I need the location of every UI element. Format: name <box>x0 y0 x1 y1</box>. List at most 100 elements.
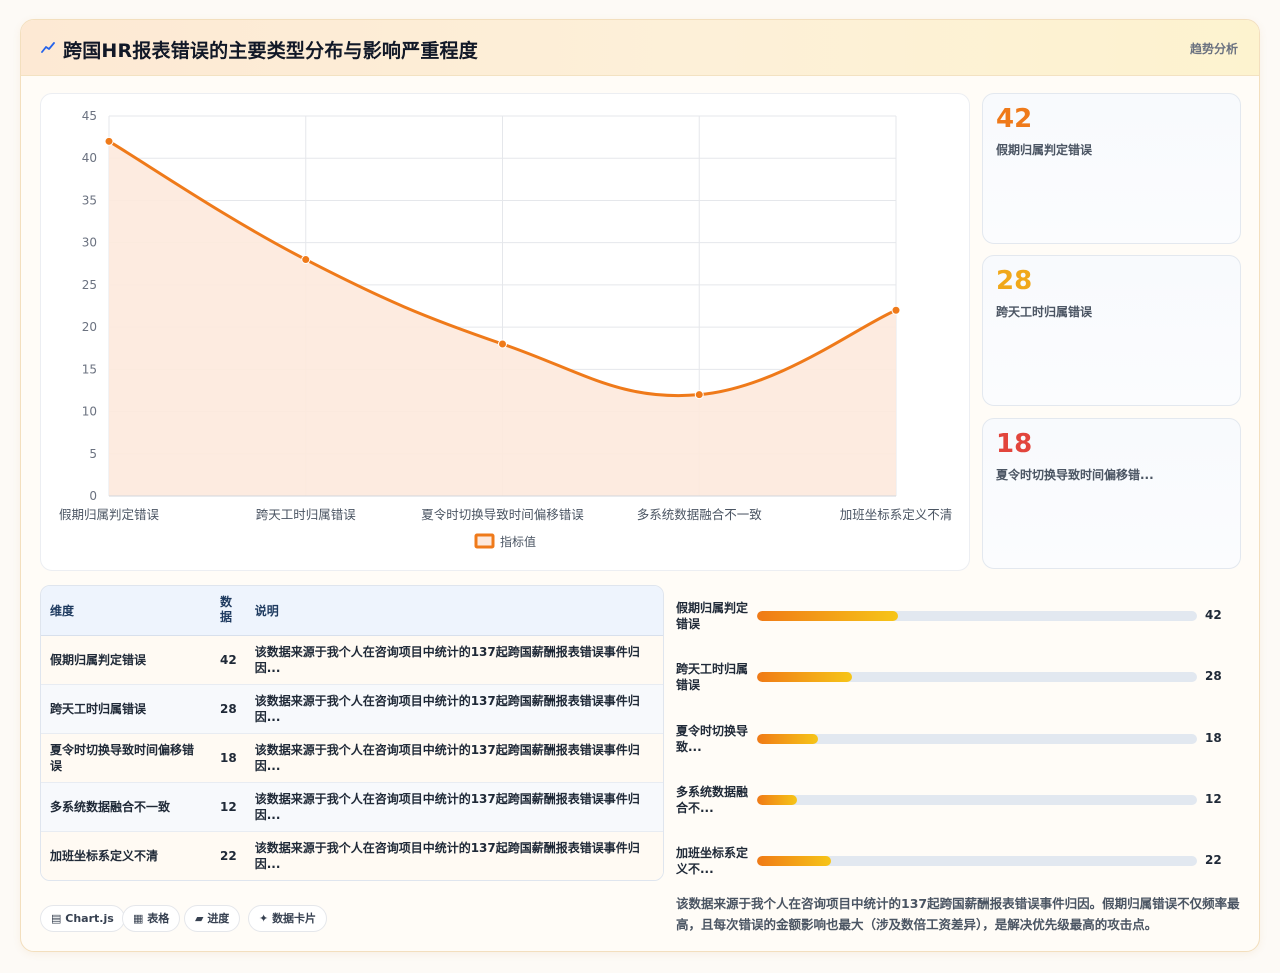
x-tick-label: 夏令时切换导致时间偏移错误 <box>421 507 584 522</box>
source-note: 该数据来源于我个人在咨询项目中统计的137起跨国薪酬报表错误事件归因。假期归属错… <box>676 896 1240 932</box>
y-tick-label: 25 <box>82 278 97 292</box>
progress-list: 假期归属判定错误 42 跨天工时归属错误 28 夏令时切换导致... 18 多系… <box>676 580 1241 890</box>
chip-progress[interactable]: ▰ 进度 <box>184 905 241 932</box>
x-tick-label: 多系统数据融合不一致 <box>637 507 763 522</box>
progress-fill <box>757 611 898 621</box>
progress-fill <box>757 795 798 805</box>
row-value: 18 <box>211 733 246 783</box>
progress-item: 假期归属判定错误 42 <box>676 596 1241 636</box>
trend-line-icon <box>41 42 55 53</box>
data-point <box>891 305 901 315</box>
row-dimension: 假期归属判定错误 <box>41 635 211 685</box>
row-dimension: 加班坐标系定义不清 <box>41 831 211 880</box>
table-header-row: 维度 数据 说明 <box>41 586 663 636</box>
dashboard-card: 跨国HR报表错误的主要类型分布与影响严重程度 趋势分析 0 5 10 15 20 25 30… <box>20 19 1260 952</box>
row-value: 42 <box>211 635 246 685</box>
kpi-value: 42 <box>996 104 1033 134</box>
y-tick-label: 20 <box>82 320 97 334</box>
row-value: 12 <box>211 782 246 832</box>
row-description: 该数据来源于我个人在咨询项目中统计的137起跨国薪酬报表错误事件归因... <box>245 684 663 734</box>
chip-chartjs[interactable]: ▤ Chart.js <box>40 905 125 932</box>
column-header-dimension[interactable]: 维度 <box>41 586 211 636</box>
chip-label: 数据卡片 <box>272 912 317 925</box>
y-tick-label: 35 <box>82 193 97 207</box>
row-description: 该数据来源于我个人在咨询项目中统计的137起跨国薪酬报表错误事件归因... <box>245 831 663 880</box>
progress-value: 22 <box>1205 853 1222 867</box>
data-point <box>498 339 507 349</box>
row-value: 28 <box>211 684 246 734</box>
progress-track <box>757 856 1197 866</box>
chart-icon: ▤ <box>51 912 62 925</box>
line-chart-panel: 0 5 10 15 20 25 30 35 40 45 假期归属判定错误 跨天工时归属错误 夏令时切换导… <box>40 93 970 571</box>
data-point <box>694 390 704 400</box>
data-point <box>104 136 114 146</box>
column-header-data[interactable]: 数据 <box>211 586 246 636</box>
kpi-label: 夏令时切换导致时间偏移错... <box>996 468 1154 482</box>
row-description-text: 该数据来源于我个人在咨询项目中统计的137起跨国薪酬报表错误事件归因... <box>254 742 640 773</box>
table-row[interactable]: 多系统数据融合不一致 12 该数据来源于我个人在咨询项目中统计的137起跨国薪酬… <box>41 782 663 832</box>
progress-fill <box>757 734 818 744</box>
chip-label: 进度 <box>207 912 230 925</box>
progress-fill <box>757 856 832 866</box>
table-row[interactable]: 夏令时切换导致时间偏移错误 18 该数据来源于我个人在咨询项目中统计的137起跨… <box>41 733 663 783</box>
kpi-card: 18 夏令时切换导致时间偏移错... <box>982 418 1241 569</box>
header-bar: 跨国HR报表错误的主要类型分布与影响严重程度 趋势分析 <box>21 20 1259 76</box>
progress-value: 28 <box>1205 669 1222 683</box>
table-row[interactable]: 加班坐标系定义不清 22 该数据来源于我个人在咨询项目中统计的137起跨国薪酬报… <box>41 831 663 880</box>
kpi-value: 18 <box>996 429 1033 459</box>
line-chart: 0 5 10 15 20 25 30 35 40 45 假期归属判定错误 跨天工时归属错误 夏令时切换导… <box>59 109 953 549</box>
y-tick-label: 45 <box>82 109 97 123</box>
table-row[interactable]: 跨天工时归属错误 28 该数据来源于我个人在咨询项目中统计的137起跨国薪酬报表… <box>41 684 663 734</box>
progress-label: 加班坐标系定义不... <box>676 846 749 876</box>
progress-icon: ▰ <box>195 912 204 925</box>
row-dimension: 跨天工时归属错误 <box>41 684 211 734</box>
kpi-card: 42 假期归属判定错误 <box>982 93 1241 244</box>
chip-data-card[interactable]: ✦ 数据卡片 <box>248 905 328 932</box>
row-description: 该数据来源于我个人在咨询项目中统计的137起跨国薪酬报表错误事件归因... <box>245 733 663 783</box>
table-row[interactable]: 假期归属判定错误 42 该数据来源于我个人在咨询项目中统计的137起跨国薪酬报表… <box>41 635 663 685</box>
data-table-panel: 维度 数据 说明 假期归属判定错误 42 该数据来源于我个人在咨询项目中统计的1… <box>40 585 664 881</box>
kpi-label: 跨天工时归属错误 <box>996 305 1093 319</box>
x-tick-label: 假期归属判定错误 <box>59 507 160 522</box>
progress-track <box>757 734 1197 744</box>
row-description-text: 该数据来源于我个人在咨询项目中统计的137起跨国薪酬报表错误事件归因... <box>254 644 640 675</box>
table-icon: ▦ <box>133 912 144 925</box>
y-tick-label: 0 <box>89 489 97 503</box>
progress-value: 12 <box>1205 792 1222 806</box>
progress-value: 18 <box>1205 731 1222 745</box>
legend-label: 指标值 <box>500 534 536 549</box>
column-header-description[interactable]: 说明 <box>245 586 663 636</box>
x-tick-label: 加班坐标系定义不清 <box>840 507 953 522</box>
x-tick-label: 跨天工时归属错误 <box>256 507 357 522</box>
y-tick-label: 15 <box>82 362 97 376</box>
y-tick-label: 40 <box>82 151 97 165</box>
row-dimension: 多系统数据融合不一致 <box>41 782 211 832</box>
kpi-card: 28 跨天工时归属错误 <box>982 255 1241 406</box>
page-title: 跨国HR报表错误的主要类型分布与影响严重程度 <box>63 40 478 62</box>
progress-track <box>757 672 1197 682</box>
progress-fill <box>757 672 852 682</box>
progress-label: 跨天工时归属错误 <box>676 662 749 692</box>
row-value: 22 <box>211 831 246 880</box>
row-dimension: 夏令时切换导致时间偏移错误 <box>41 733 211 783</box>
progress-item: 夏令时切换导致... 18 <box>676 719 1241 759</box>
row-description-text: 该数据来源于我个人在咨询项目中统计的137起跨国薪酬报表错误事件归因... <box>254 791 640 822</box>
progress-label: 多系统数据融合不... <box>676 785 749 815</box>
progress-label: 假期归属判定错误 <box>676 601 749 631</box>
chip-label: 表格 <box>147 912 170 925</box>
row-description: 该数据来源于我个人在咨询项目中统计的137起跨国薪酬报表错误事件归因... <box>245 635 663 685</box>
chip-table[interactable]: ▦ 表格 <box>122 905 181 932</box>
progress-label: 夏令时切换导致... <box>676 724 749 754</box>
chip-label: Chart.js <box>65 912 114 925</box>
row-description-text: 该数据来源于我个人在咨询项目中统计的137起跨国薪酬报表错误事件归因... <box>254 840 640 871</box>
analysis-tag[interactable]: 趋势分析 <box>1190 40 1238 57</box>
kpi-label: 假期归属判定错误 <box>996 143 1093 157</box>
y-tick-label: 10 <box>82 405 97 419</box>
progress-item: 多系统数据融合不... 12 <box>676 780 1241 820</box>
row-description-text: 该数据来源于我个人在咨询项目中统计的137起跨国薪酬报表错误事件归因... <box>254 693 640 724</box>
kpi-value: 28 <box>996 266 1033 296</box>
progress-item: 跨天工时归属错误 28 <box>676 657 1241 697</box>
legend-swatch <box>474 533 495 549</box>
sparkle-icon: ✦ <box>259 912 269 925</box>
y-tick-label: 5 <box>89 447 97 461</box>
